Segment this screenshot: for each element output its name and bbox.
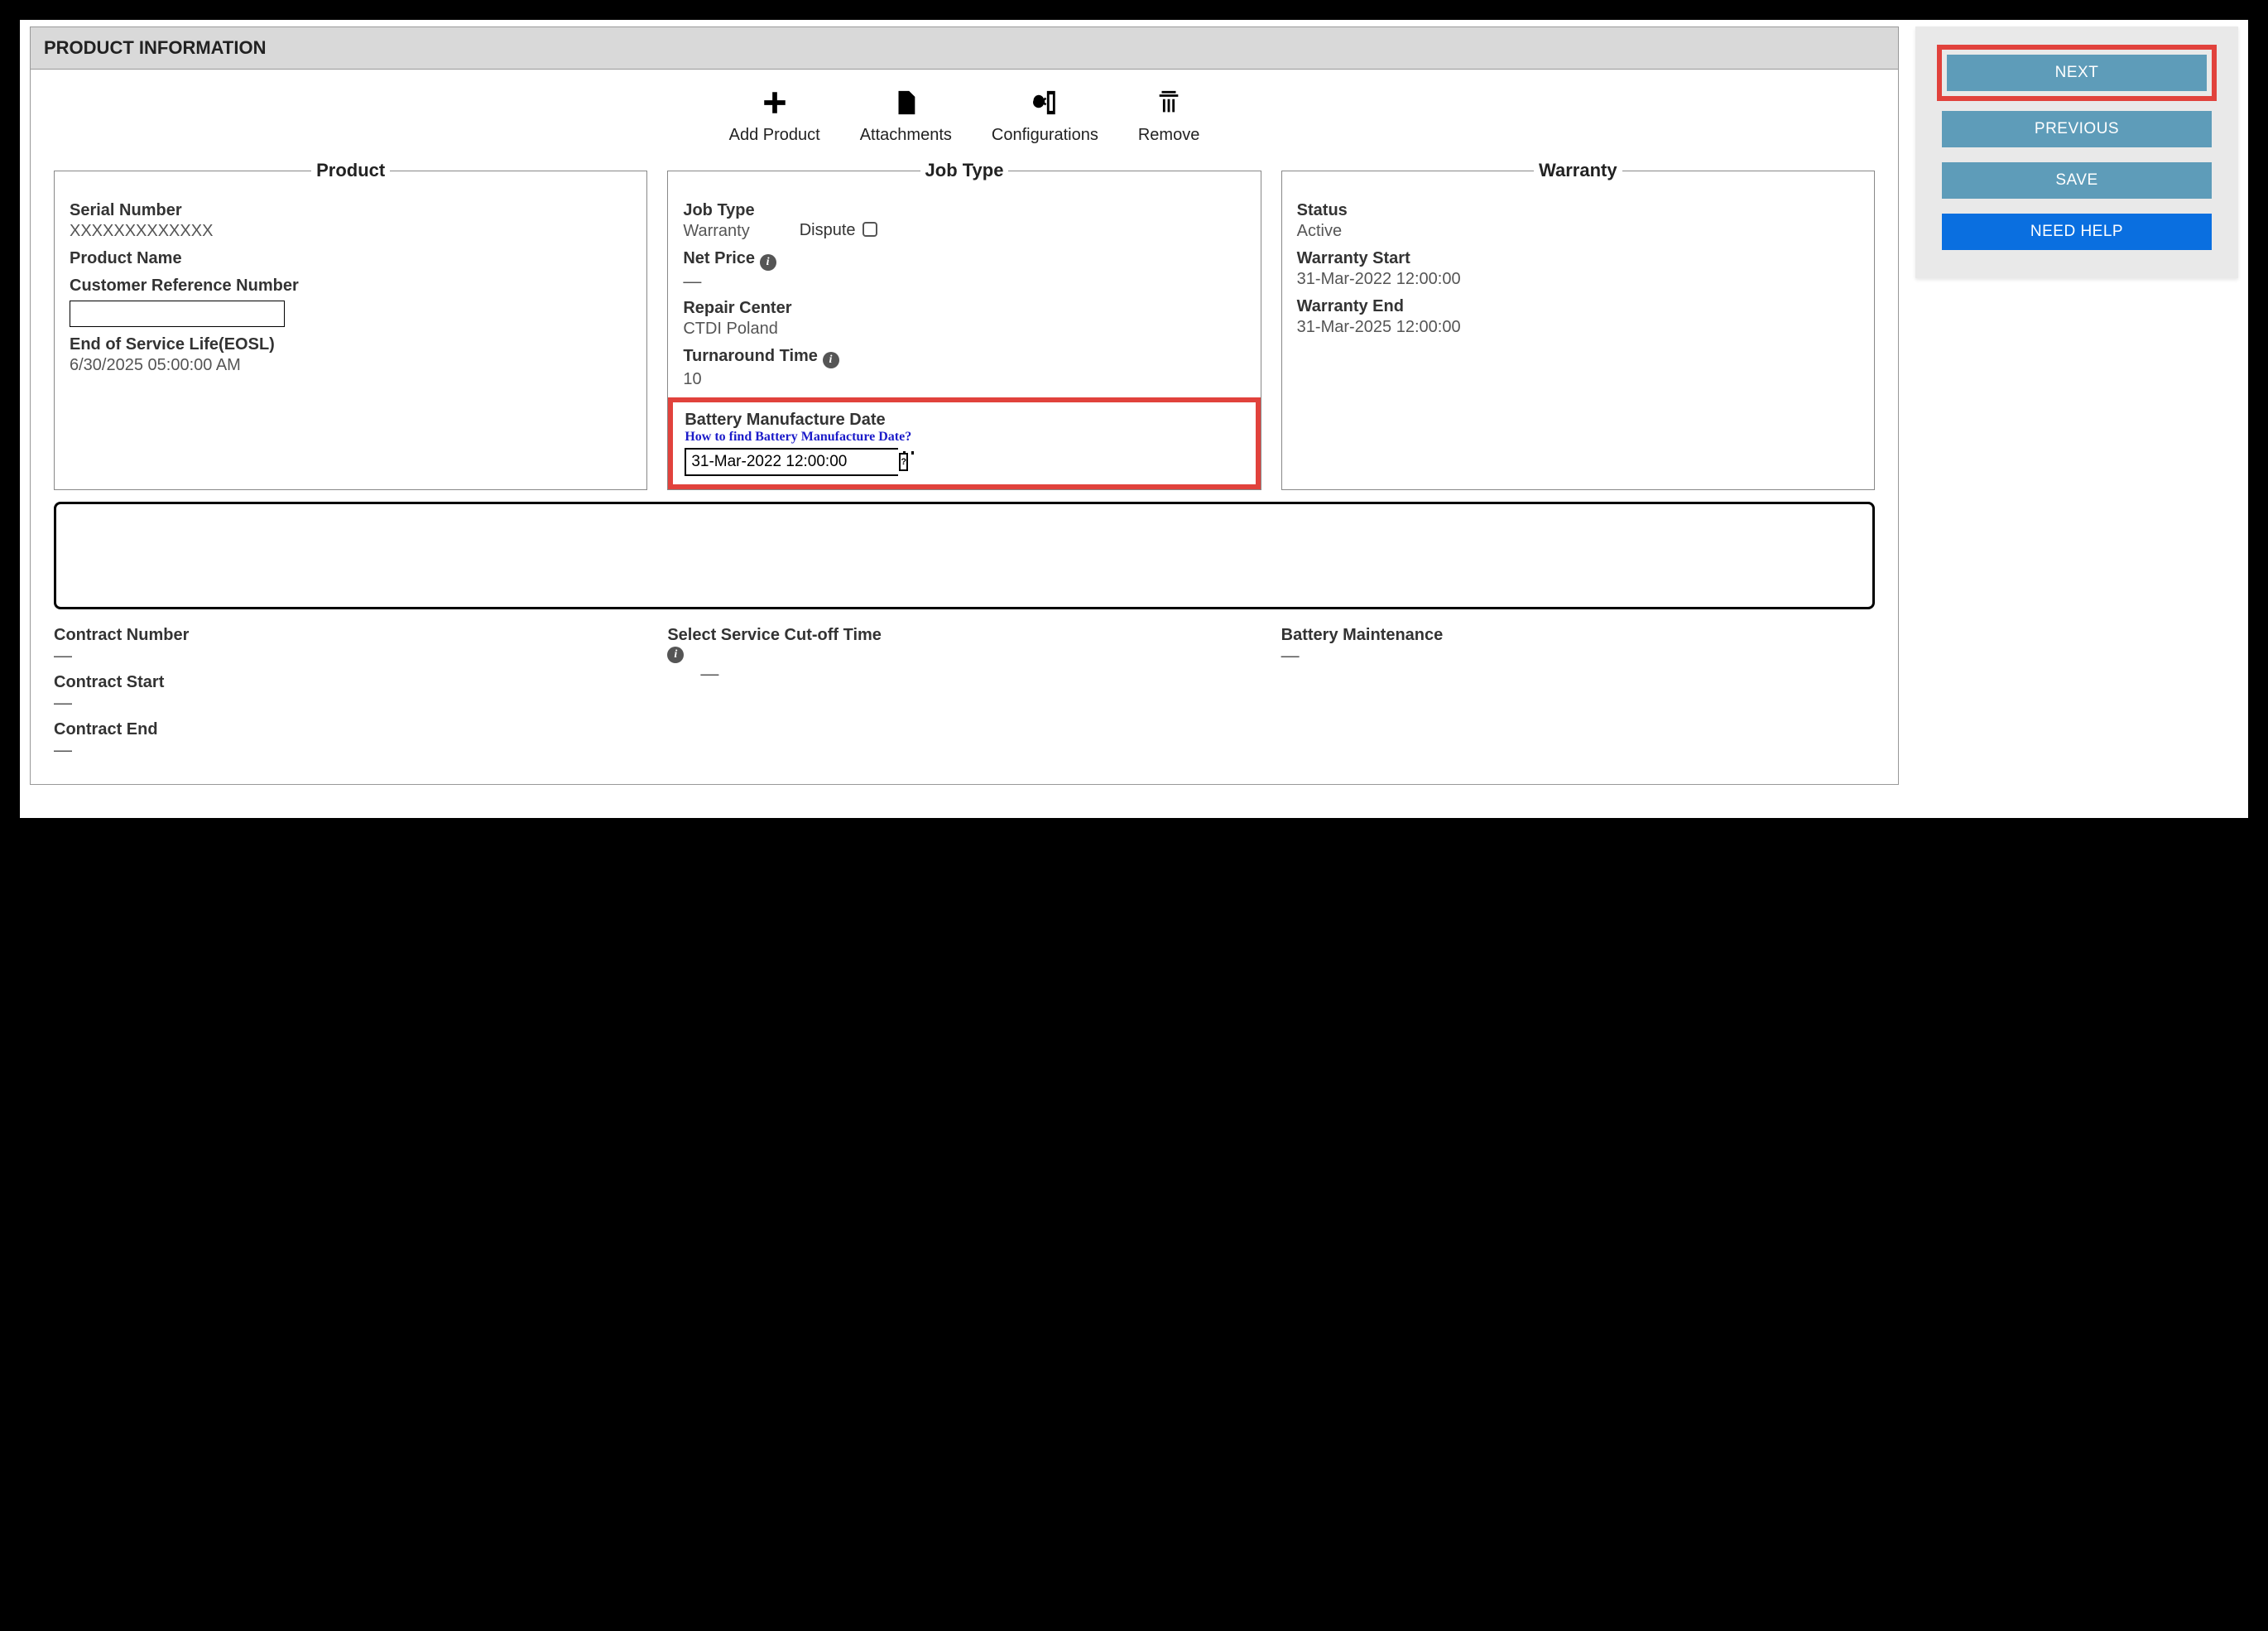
battery-maintenance-value: — [1281, 647, 1875, 665]
warranty-start-label: Warranty Start [1297, 249, 1859, 268]
product-legend: Product [311, 160, 390, 181]
attachments-button[interactable]: Attachments [860, 86, 952, 145]
previous-button[interactable]: PREVIOUS [1942, 111, 2212, 147]
battery-help-link[interactable]: How to find Battery Manufacture Date? [685, 430, 1243, 445]
contract-end-label: Contract End [54, 720, 647, 739]
warranty-start-value: 31-Mar-2022 12:00:00 [1297, 270, 1859, 289]
file-icon [889, 86, 922, 119]
battery-date-input[interactable] [686, 450, 899, 474]
blank-panel [54, 502, 1875, 609]
gear-phone-icon [1028, 86, 1061, 119]
job-type-value: Warranty [683, 222, 749, 241]
job-type-section: Job Type Job Type Warranty Dispute Net P… [667, 160, 1261, 490]
add-product-label: Add Product [729, 126, 820, 145]
product-section: Product Serial Number XXXXXXXXXXXXX Prod… [54, 160, 647, 490]
eosl-label: End of Service Life(EOSL) [70, 335, 632, 354]
info-icon[interactable]: i [667, 647, 684, 663]
main-panel: PRODUCT INFORMATION Add Product Attachme… [30, 26, 1899, 785]
info-icon[interactable]: i [823, 352, 839, 368]
contract-start-label: Contract Start [54, 673, 647, 692]
contract-start-value: — [54, 694, 647, 712]
repair-center-value: CTDI Poland [683, 320, 1245, 339]
remove-label: Remove [1138, 126, 1199, 145]
remove-button[interactable]: Remove [1138, 86, 1199, 145]
battery-date-input-wrap[interactable]: ? [685, 448, 898, 476]
contract-number-value: — [54, 647, 647, 665]
battery-maintenance-label: Battery Maintenance [1281, 626, 1875, 645]
panel-header: PRODUCT INFORMATION [31, 27, 1898, 70]
configurations-label: Configurations [992, 126, 1098, 145]
trash-icon [1152, 86, 1185, 119]
eosl-value: 6/30/2025 05:00:00 AM [70, 356, 632, 375]
add-product-button[interactable]: Add Product [729, 86, 820, 145]
crn-label: Customer Reference Number [70, 277, 632, 296]
dispute-checkbox[interactable] [863, 222, 877, 237]
cutoff-label: Select Service Cut-off Time [667, 626, 1261, 645]
turnaround-value: 10 [683, 370, 1245, 389]
battery-date-highlight: Battery Manufacture Date How to find Bat… [668, 397, 1260, 489]
contract-number-label: Contract Number [54, 626, 647, 645]
attachments-label: Attachments [860, 126, 952, 145]
plus-icon [758, 86, 791, 119]
next-button[interactable]: NEXT [1947, 55, 2207, 91]
battery-date-label: Battery Manufacture Date [685, 411, 1243, 430]
serial-number-label: Serial Number [70, 201, 632, 220]
cutoff-value: — [700, 665, 1261, 683]
serial-number-value: XXXXXXXXXXXXX [70, 222, 632, 241]
warranty-status-value: Active [1297, 222, 1859, 241]
net-price-label: Net Price i [683, 249, 1245, 271]
contract-end-value: — [54, 741, 647, 759]
job-type-legend: Job Type [920, 160, 1009, 181]
calendar-icon[interactable]: ? [899, 453, 908, 471]
warranty-status-label: Status [1297, 201, 1859, 220]
toolbar: Add Product Attachments Configurations R… [31, 70, 1898, 152]
product-name-label: Product Name [70, 249, 632, 268]
warranty-end-label: Warranty End [1297, 297, 1859, 316]
next-highlight: NEXT [1937, 45, 2217, 101]
job-type-label: Job Type [683, 201, 1245, 220]
warranty-legend: Warranty [1534, 160, 1622, 181]
warranty-end-value: 31-Mar-2025 12:00:00 [1297, 318, 1859, 337]
net-price-value: — [683, 272, 1245, 291]
warranty-section: Warranty Status Active Warranty Start 31… [1281, 160, 1875, 490]
need-help-button[interactable]: NEED HELP [1942, 214, 2212, 250]
crn-input[interactable] [70, 301, 285, 327]
configurations-button[interactable]: Configurations [992, 86, 1098, 145]
side-panel: NEXT PREVIOUS SAVE NEED HELP [1915, 26, 2238, 278]
turnaround-label: Turnaround Time i [683, 347, 1245, 368]
repair-center-label: Repair Center [683, 299, 1245, 318]
info-icon[interactable]: i [760, 254, 776, 271]
dispute-label: Dispute [800, 221, 856, 239]
lower-row: Contract Number — Contract Start — Contr… [31, 609, 1898, 784]
save-button[interactable]: SAVE [1942, 162, 2212, 199]
